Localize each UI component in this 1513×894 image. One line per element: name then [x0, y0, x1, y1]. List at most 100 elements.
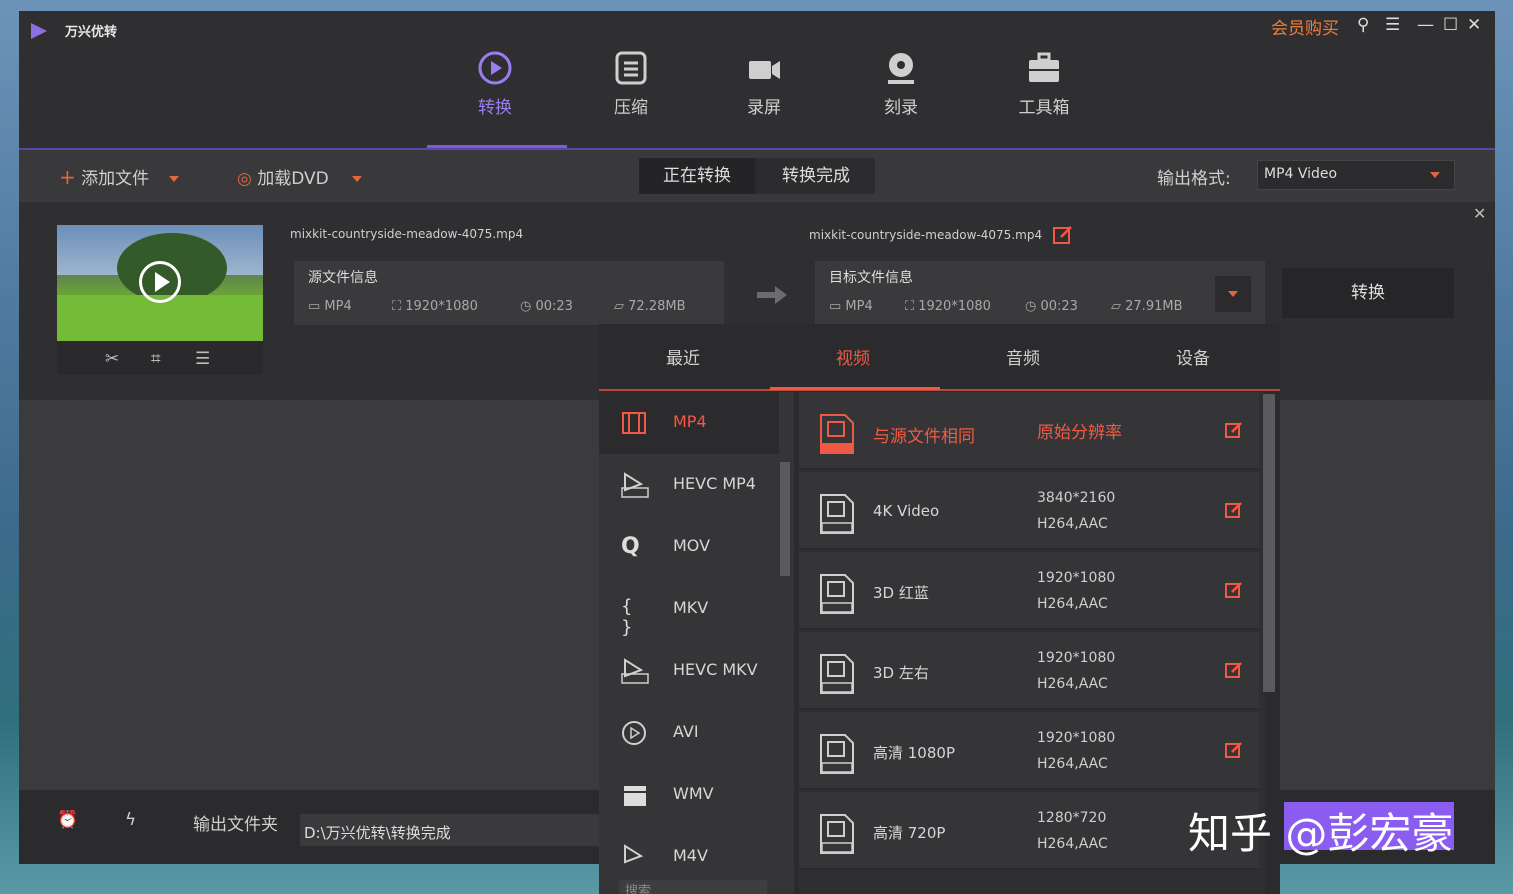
convert-button[interactable]: 转换: [1282, 268, 1454, 318]
preset-codec: H264,AAC: [1037, 756, 1108, 772]
compress-icon: [615, 51, 647, 85]
convert-icon: [478, 51, 512, 85]
edit-icon[interactable]: [1225, 421, 1243, 439]
chevron-down-icon[interactable]: [168, 176, 179, 182]
nav-burn-label: 刻录: [884, 98, 918, 118]
output-format-select[interactable]: MP4 Video: [1257, 160, 1455, 190]
format-label: MP4: [673, 412, 707, 431]
key-icon[interactable]: ⚲: [1357, 15, 1369, 35]
preset-name: 与源文件相同: [873, 427, 975, 447]
active-tab-indicator: [770, 387, 940, 390]
minimize-icon[interactable]: —: [1417, 15, 1434, 35]
source-file-icon: [820, 414, 854, 454]
preset-item[interactable]: 3D 红蓝 1920*1080 H264,AAC: [799, 552, 1259, 630]
target-duration: ◷ 00:23: [1025, 299, 1078, 314]
format-item-mkv[interactable]: { } MKV: [599, 578, 779, 640]
preset-codec: H264,AAC: [1037, 516, 1108, 532]
crop-icon[interactable]: ⌗: [151, 349, 161, 369]
format-list-scrollbar[interactable]: [780, 462, 790, 576]
tab-converted[interactable]: 转换完成: [757, 158, 875, 194]
tab-audio[interactable]: 音频: [973, 344, 1073, 369]
alarm-icon[interactable]: ⏰: [57, 810, 78, 830]
menu-icon[interactable]: ☰: [1385, 15, 1400, 35]
edit-icon[interactable]: [1053, 225, 1073, 245]
load-dvd-label: 加载DVD: [257, 169, 329, 189]
status-segmented-control: 正在转换 转换完成: [639, 158, 875, 194]
dvd-icon: ◎: [237, 169, 252, 189]
format-label: MOV: [673, 536, 711, 555]
clapperboard-icon: [624, 786, 646, 806]
close-icon[interactable]: ✕: [1467, 15, 1481, 35]
camera-icon: [749, 61, 780, 79]
format-item-m4v[interactable]: M4V: [599, 826, 779, 888]
quicktime-icon: Q: [621, 534, 640, 559]
format-label: M4V: [673, 846, 708, 865]
preset-list-scrollbar[interactable]: [1263, 394, 1275, 692]
output-folder-label: 输出文件夹: [193, 815, 278, 835]
tab-video[interactable]: 视频: [803, 344, 903, 369]
nav-toolbox-label: 工具箱: [1018, 98, 1070, 118]
format-item-hevc-mkv[interactable]: HEVC MKV: [599, 640, 779, 702]
nav-record[interactable]: 录屏: [709, 49, 819, 118]
output-path-field[interactable]: D:\万兴优转\转换完成: [300, 814, 600, 846]
lightning-icon[interactable]: ϟ: [125, 810, 136, 830]
arrow-right-icon: [757, 286, 787, 304]
tab-device[interactable]: 设备: [1143, 344, 1243, 369]
preset-item[interactable]: 高清 1080P 1920*1080 H264,AAC: [799, 712, 1259, 790]
preset-codec: H264,AAC: [1037, 836, 1108, 852]
m4v-icon: [624, 844, 644, 864]
source-info-title: 源文件信息: [308, 270, 378, 286]
nav-convert-label: 转换: [478, 98, 512, 118]
source-format: ▭ MP4: [308, 299, 352, 314]
vip-purchase-link[interactable]: 会员购买: [1271, 14, 1339, 39]
nav-compress[interactable]: 压缩: [576, 49, 686, 118]
format-item-hevc-mp4[interactable]: HEVC MP4: [599, 454, 779, 516]
scissors-icon[interactable]: ✂: [105, 349, 119, 369]
mkv-icon: { }: [621, 596, 633, 638]
video-file-icon: [820, 494, 854, 534]
hevc-icon: [621, 658, 649, 684]
edit-icon[interactable]: [1225, 661, 1243, 679]
preset-item[interactable]: 4K Video 3840*2160 H264,AAC: [799, 472, 1259, 550]
preset-name: 3D 红蓝: [873, 584, 929, 602]
edit-icon[interactable]: [1225, 501, 1243, 519]
nav-toolbox[interactable]: 工具箱: [989, 49, 1099, 118]
play-icon[interactable]: [139, 261, 181, 303]
toolbox-icon: [1029, 52, 1059, 82]
output-format-label: 输出格式:: [1157, 169, 1231, 189]
maximize-icon[interactable]: ☐: [1443, 15, 1458, 35]
nav-convert[interactable]: 转换: [440, 49, 550, 118]
format-list: MP4 HEVC MP4 Q MOV { } MKV HEVC MKV AVI …: [599, 392, 794, 894]
tab-converting[interactable]: 正在转换: [639, 158, 755, 194]
plus-icon: +: [59, 165, 76, 189]
preset-item[interactable]: 3D 左右 1920*1080 H264,AAC: [799, 632, 1259, 710]
target-info-box: 目标文件信息 ▭ MP4 ⛶ 1920*1080 ◷ 00:23 ▱ 27.91…: [815, 261, 1265, 325]
format-item-mp4[interactable]: MP4: [599, 392, 779, 454]
video-thumbnail[interactable]: [57, 225, 263, 341]
format-label: HEVC MKV: [673, 660, 758, 679]
target-format-dropdown-button[interactable]: [1215, 276, 1251, 312]
target-size: ▱ 27.91MB: [1111, 299, 1183, 314]
target-file-name: mixkit-countryside-meadow-4075.mp4: [809, 228, 1043, 242]
settings-sliders-icon[interactable]: ☰: [195, 349, 210, 369]
remove-file-icon[interactable]: ✕: [1473, 204, 1486, 223]
nav-burn[interactable]: 刻录: [846, 49, 956, 118]
chevron-down-icon[interactable]: [352, 176, 363, 182]
load-dvd-button[interactable]: ◎ 加载DVD: [237, 164, 363, 189]
output-format-value: MP4 Video: [1264, 166, 1338, 182]
format-label: WMV: [673, 784, 714, 803]
video-file-icon: [820, 814, 854, 854]
preset-item[interactable]: 与源文件相同 原始分辨率: [799, 392, 1259, 470]
top-bar: 万兴优转 会员购买 ⚲ ☰ — ☐ ✕ 转换 压缩 录屏 刻录 工具箱: [19, 11, 1495, 149]
add-file-button[interactable]: + 添加文件: [59, 164, 179, 189]
tab-recent[interactable]: 最近: [633, 344, 733, 369]
preset-resolution: 1280*720: [1037, 810, 1107, 826]
edit-icon[interactable]: [1225, 581, 1243, 599]
format-item-avi[interactable]: AVI: [599, 702, 779, 764]
edit-icon[interactable]: [1225, 741, 1243, 759]
format-item-wmv[interactable]: WMV: [599, 764, 779, 826]
preset-name: 3D 左右: [873, 664, 929, 682]
format-item-mov[interactable]: Q MOV: [599, 516, 779, 578]
format-search-input[interactable]: 搜索: [619, 880, 767, 894]
chevron-down-icon: [1430, 172, 1440, 178]
